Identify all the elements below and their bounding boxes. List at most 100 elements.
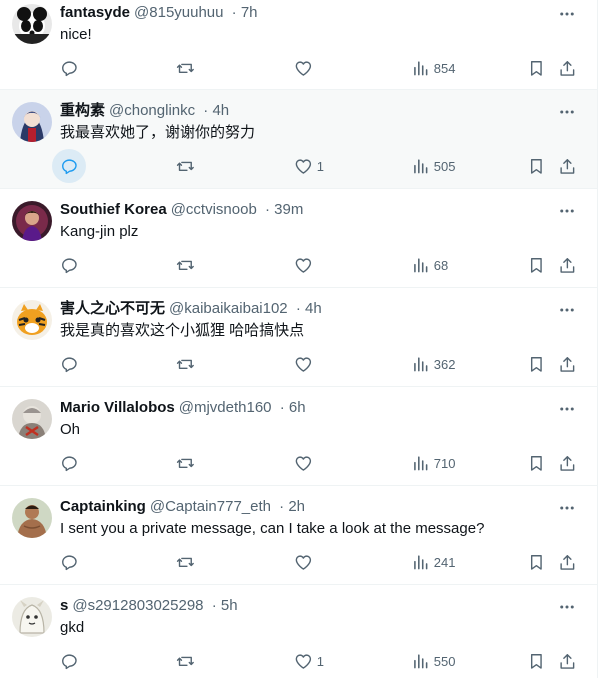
repost-button[interactable] [176,651,199,671]
display-name[interactable]: Captainking [60,498,146,515]
handle[interactable]: @kaibaikaibai102 [169,300,288,317]
bookmark-button[interactable] [527,156,546,176]
more-button[interactable] [557,300,577,320]
reply-button[interactable] [60,354,83,374]
reply-feed: fantasyde @815yuuhuu · 7h nice! 854 重构素 @c… [0,0,597,678]
views-button[interactable]: 550 [411,651,455,671]
reply-button[interactable] [60,651,83,671]
reply-item[interactable]: Southief Korea @cctvisnoob · 39m Kang-jin… [0,189,597,288]
bookmark-button[interactable] [527,354,546,374]
views-button[interactable]: 68 [411,255,448,275]
bookmark-button[interactable] [527,453,546,473]
timestamp[interactable]: 4h [212,102,229,119]
like-button[interactable] [294,453,317,473]
handle[interactable]: @cctvisnoob [171,201,257,218]
reply-item[interactable]: fantasyde @815yuuhuu · 7h nice! 854 [0,0,597,90]
share-icon [560,60,575,76]
like-button[interactable] [294,552,317,572]
share-button[interactable] [558,453,577,473]
display-name[interactable]: fantasyde [60,4,130,21]
reply-text: I sent you a private message, can I take… [60,520,485,537]
display-name[interactable]: Mario Villalobos [60,399,175,416]
views-icon [414,257,428,273]
reply-item[interactable]: 重构素 @chonglinkc · 4h 我最喜欢她了，谢谢你的努力 1 505 [0,90,597,189]
display-name[interactable]: 害人之心不可无 [60,300,165,317]
reply-button[interactable] [60,255,83,275]
share-button[interactable] [558,552,577,572]
views-button[interactable]: 505 [411,156,455,176]
like-icon [295,159,312,174]
like-count: 1 [316,653,324,669]
repost-button[interactable] [176,354,199,374]
repost-icon [176,359,194,369]
bookmark-button[interactable] [527,651,546,671]
avatar[interactable] [12,597,52,637]
timestamp[interactable]: 5h [221,597,238,614]
reply-button[interactable] [60,453,83,473]
share-button[interactable] [558,255,577,275]
more-button[interactable] [557,102,577,122]
bookmark-button[interactable] [527,58,546,78]
like-count: 1 [316,158,324,174]
avatar[interactable] [12,300,52,340]
timestamp[interactable]: 7h [241,4,258,21]
repost-button[interactable] [176,552,199,572]
share-button[interactable] [558,156,577,176]
reply-text: 我最喜欢她了，谢谢你的努力 [60,124,256,141]
display-name[interactable]: s [60,597,68,614]
more-button[interactable] [557,201,577,221]
views-button[interactable]: 854 [411,58,455,78]
avatar[interactable] [12,4,52,44]
share-icon [560,158,575,174]
handle[interactable]: @s2912803025298 [72,597,203,614]
like-button[interactable] [294,58,317,78]
repost-button[interactable] [176,453,199,473]
more-button[interactable] [557,597,577,617]
reply-item[interactable]: Captainking @Captain777_eth · 2h I sent y… [0,486,597,585]
bookmark-button[interactable] [527,552,546,572]
views-button[interactable]: 362 [411,354,455,374]
reply-text: Kang-jin plz [60,223,139,240]
like-button[interactable] [294,354,317,374]
display-name[interactable]: 重构素 [60,102,105,119]
share-icon [560,653,575,669]
handle[interactable]: @Captain777_eth [150,498,271,515]
more-button[interactable] [557,399,577,419]
views-button[interactable]: 710 [411,453,455,473]
timestamp[interactable]: 4h [305,300,322,317]
repost-button[interactable] [176,58,199,78]
handle[interactable]: @mjvdeth160 [179,399,272,416]
avatar[interactable] [12,201,52,241]
avatar[interactable] [12,399,52,439]
timestamp[interactable]: 2h [288,498,305,515]
bookmark-button[interactable] [527,255,546,275]
more-button[interactable] [557,498,577,518]
like-button[interactable]: 1 [294,156,324,176]
reply-button[interactable] [60,552,83,572]
share-button[interactable] [558,354,577,374]
reply-item[interactable]: 害人之心不可无 @kaibaikaibai102 · 4h 我是真的喜欢这个小狐狸… [0,288,597,387]
reply-item[interactable]: Mario Villalobos @mjvdeth160 · 6h Oh 710 [0,387,597,486]
like-button[interactable] [294,255,317,275]
avatar[interactable] [12,498,52,538]
timestamp[interactable]: 39m [274,201,303,218]
avatar[interactable] [12,102,52,142]
display-name[interactable]: Southief Korea [60,201,167,218]
timestamp[interactable]: 6h [289,399,306,416]
more-button[interactable] [557,4,577,24]
handle[interactable]: @815yuuhuu [134,4,223,21]
share-button[interactable] [558,58,577,78]
reply-icon [62,654,77,669]
reply-icon [61,159,77,174]
repost-button[interactable] [176,156,199,176]
views-button[interactable]: 241 [411,552,455,572]
reply-button[interactable] [52,149,86,183]
share-button[interactable] [558,651,577,671]
repost-button[interactable] [176,255,199,275]
handle[interactable]: @chonglinkc [109,102,195,119]
reply-button[interactable] [60,58,83,78]
like-button[interactable]: 1 [294,651,324,671]
reply-item[interactable]: s @s2912803025298 · 5h gkd 1 550 [0,585,597,678]
repost-icon [176,557,194,567]
column-border [597,0,598,678]
